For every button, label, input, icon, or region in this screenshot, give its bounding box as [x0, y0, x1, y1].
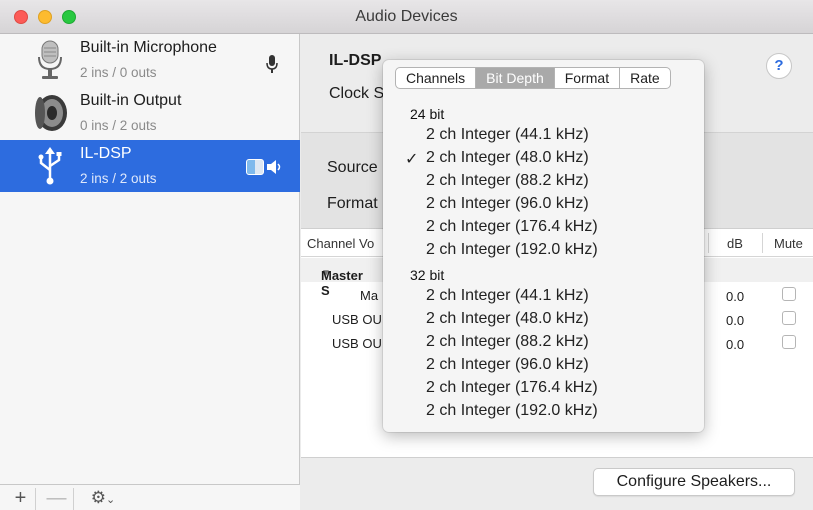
- menu-item[interactable]: 2 ch Integer (44.1 kHz): [426, 126, 589, 144]
- chevron-down-icon: ⌄: [106, 494, 116, 506]
- mute-checkbox[interactable]: [782, 311, 796, 325]
- device-name: Built-in Output: [80, 92, 182, 109]
- channel-name: USB OU: [332, 336, 382, 351]
- remove-device-button[interactable]: —: [40, 488, 74, 510]
- format-label: Format: [327, 195, 378, 212]
- clock-source-label: Clock S: [329, 85, 385, 102]
- window-title: Audio Devices: [355, 8, 458, 25]
- group-heading-24-bit: 24 bit: [410, 106, 445, 122]
- device-item-built-in-output[interactable]: Built-in Output 0 ins / 2 outs: [0, 87, 300, 139]
- menu-item[interactable]: 2 ch Integer (44.1 kHz): [426, 287, 589, 305]
- help-button[interactable]: ?: [766, 53, 792, 79]
- tab-format[interactable]: Format: [555, 68, 621, 88]
- tab-bit-depth[interactable]: Bit Depth: [476, 68, 555, 88]
- device-title: IL-DSP: [329, 52, 382, 69]
- channel-db: 0.0: [726, 337, 745, 352]
- device-list: Built-in Microphone 2 ins / 0 outs Built…: [0, 34, 300, 510]
- tab-channels[interactable]: Channels: [396, 68, 477, 88]
- sidebar-footer: + — ⚙⌄: [0, 484, 300, 510]
- add-device-button[interactable]: +: [6, 488, 36, 510]
- menu-item[interactable]: 2 ch Integer (96.0 kHz): [426, 195, 589, 213]
- configure-speakers-button[interactable]: Configure Speakers...: [593, 468, 795, 496]
- checkmark-icon: ✓: [405, 151, 419, 168]
- format-popover: Channels Bit Depth Format Rate 24 bit 2 …: [383, 60, 704, 432]
- column-header-mute[interactable]: Mute: [774, 236, 803, 251]
- menu-item-selected[interactable]: 2 ch Integer (48.0 kHz): [426, 149, 589, 167]
- device-io: 2 ins / 0 outs: [80, 65, 157, 80]
- input-badge-icon: [266, 55, 278, 73]
- device-badges: [246, 159, 284, 175]
- mute-checkbox[interactable]: [782, 335, 796, 349]
- column-divider: [762, 233, 763, 253]
- menu-item[interactable]: 2 ch Integer (48.0 kHz): [426, 310, 589, 328]
- microphone-icon: [38, 40, 62, 79]
- output-speaker-icon: [267, 160, 281, 174]
- gear-menu-button[interactable]: ⚙⌄: [80, 488, 126, 510]
- channel-name: USB OU: [332, 312, 382, 327]
- channel-db: 0.0: [726, 289, 745, 304]
- column-divider: [708, 233, 709, 253]
- device-item-il-dsp[interactable]: IL-DSP 2 ins / 2 outs: [0, 140, 300, 192]
- menu-item[interactable]: 2 ch Integer (88.2 kHz): [426, 333, 589, 351]
- device-io: 2 ins / 2 outs: [80, 171, 157, 186]
- menu-item[interactable]: 2 ch Integer (88.2 kHz): [426, 172, 589, 190]
- source-label: Source: [327, 159, 378, 176]
- mute-checkbox[interactable]: [782, 287, 796, 301]
- menu-item[interactable]: 2 ch Integer (192.0 kHz): [426, 402, 598, 420]
- format-segmented-control: Channels Bit Depth Format Rate: [395, 67, 671, 89]
- menu-item[interactable]: 2 ch Integer (176.4 kHz): [426, 379, 598, 397]
- tab-rate[interactable]: Rate: [620, 68, 670, 88]
- channel-db: 0.0: [726, 313, 745, 328]
- menu-item[interactable]: 2 ch Integer (176.4 kHz): [426, 218, 598, 236]
- title-bar: Audio Devices: [0, 0, 813, 34]
- device-name: Built-in Microphone: [80, 39, 217, 56]
- menu-item[interactable]: 2 ch Integer (96.0 kHz): [426, 356, 589, 374]
- device-io: 0 ins / 2 outs: [80, 118, 157, 133]
- group-heading-32-bit: 32 bit: [410, 267, 445, 283]
- device-item-built-in-microphone[interactable]: Built-in Microphone 2 ins / 0 outs: [0, 34, 300, 86]
- column-header-db[interactable]: dB: [727, 236, 743, 251]
- usb-icon: [38, 147, 62, 185]
- gear-icon: ⚙: [90, 488, 107, 507]
- device-name: IL-DSP: [80, 145, 132, 162]
- finder-icon: [246, 159, 264, 175]
- menu-item[interactable]: 2 ch Integer (192.0 kHz): [426, 241, 598, 259]
- column-header-channel[interactable]: Channel Vo: [307, 236, 374, 251]
- channel-name: Ma: [360, 288, 379, 303]
- speaker-icon: [35, 95, 67, 131]
